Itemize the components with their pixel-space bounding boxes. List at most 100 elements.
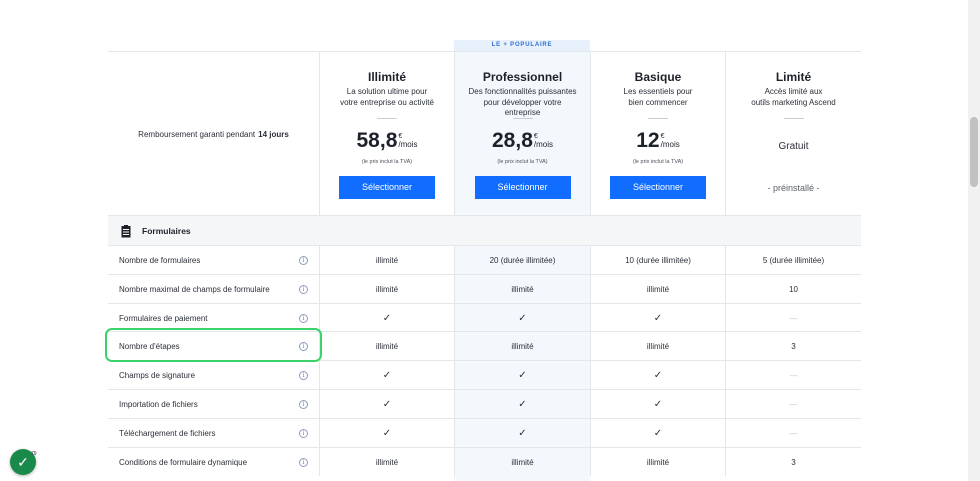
check-icon: ✓ (454, 303, 590, 332)
plan-price: 28,8 €/mois (455, 130, 590, 152)
highlight-outline (105, 328, 322, 362)
check-icon: ✓ (454, 390, 590, 418)
info-icon[interactable]: i (299, 428, 308, 438)
feature-value: illimité (454, 332, 590, 361)
plan-free-label: Gratuit (778, 141, 809, 152)
select-unlimited-button[interactable]: Sélectionner (339, 176, 435, 199)
divider (377, 118, 397, 119)
feature-value: 10 (durée illimitée) (590, 246, 725, 274)
vat-note: (le prix inclut la TVA) (361, 159, 413, 165)
feature-value: 10 (725, 274, 861, 303)
price-value: 12 (636, 129, 660, 152)
feature-value: illimité (319, 332, 454, 361)
plan-name: Professionnel (482, 70, 563, 84)
table-row: Téléchargement de fichiers i ✓ ✓ ✓ — (108, 417, 861, 447)
plan-description-line: Accès limité aux (764, 87, 823, 96)
feature-value: illimité (454, 274, 590, 303)
feature-value: illimité (319, 274, 454, 303)
plans-header: Remboursement garanti pendant 14 jours I… (108, 51, 861, 216)
info-icon[interactable]: i (299, 313, 308, 323)
plan-description-line: outils marketing Ascend (751, 97, 836, 107)
check-icon: ✓ (319, 418, 454, 447)
info-icon[interactable]: i (299, 284, 308, 294)
divider (648, 118, 668, 119)
info-icon[interactable]: i (299, 256, 308, 265)
price-period: /mois (533, 140, 553, 149)
table-row: Importation de fichiers i ✓ ✓ ✓ — (108, 389, 861, 418)
dash-icon: — (725, 303, 861, 332)
dash-icon: — (725, 361, 861, 390)
guarantee-text: Remboursement garanti pendant 14 jours (108, 52, 319, 216)
price-value: 58,8 (356, 129, 398, 152)
plan-description-line: La solution ultime pour (346, 87, 428, 96)
plan-professional: Professionnel Des fonctionnalités puissa… (454, 52, 590, 216)
vat-note: (le prix inclut la TVA) (632, 159, 684, 165)
plan-description-line: bien commencer (628, 97, 688, 107)
select-professional-button[interactable]: Sélectionner (474, 176, 571, 199)
check-icon: ✓ (319, 361, 454, 390)
section-title: Formulaires (142, 226, 191, 236)
guarantee-days: 14 jours (258, 129, 289, 139)
vat-note: (le prix inclut la TVA) (497, 159, 548, 165)
feature-value: illimité (590, 274, 725, 303)
feature-value: illimité (319, 246, 454, 274)
price-value: 28,8 (492, 129, 533, 152)
plan-name: Basique (634, 70, 682, 84)
dash-icon: — (725, 418, 861, 447)
plan-description-line: votre entreprise ou activité (340, 97, 434, 107)
guarantee-label: Remboursement garanti pendant (138, 129, 256, 139)
plan-price: 12 €/mois (591, 130, 725, 152)
info-icon[interactable]: i (299, 371, 308, 381)
feature-label: Nombre de formulaires (119, 256, 201, 265)
plan-unlimited: Illimité La solution ultime pour votre en… (319, 52, 454, 216)
plan-description: La solution ultime pour votre entreprise … (330, 87, 444, 108)
price-period: /mois (660, 140, 680, 149)
table-row: Nombre maximal de champs de formulaire i i… (108, 273, 861, 303)
check-icon: ✓ (590, 303, 725, 332)
feature-value: illimité (590, 332, 725, 361)
check-icon: ✓ (590, 361, 725, 390)
scrollbar[interactable] (968, 0, 980, 481)
divider (783, 118, 804, 119)
info-icon[interactable]: i (299, 400, 308, 409)
feature-value: 5 (durée illimitée) (725, 246, 861, 274)
divider (512, 118, 533, 119)
check-icon: ✓ (319, 390, 454, 418)
popular-badge: LE + POPULAIRE (454, 40, 590, 51)
plan-limited: Limité Accès limité aux outils marketing … (725, 52, 861, 216)
plan-description: Accès limité aux outils marketing Ascend (736, 87, 851, 108)
section-forms: Formulaires (108, 215, 861, 245)
plan-name: Illimité (367, 70, 406, 84)
feature-label: Champs de signature (119, 371, 196, 381)
check-icon: ✓ (454, 361, 590, 390)
feature-value: illimité (454, 447, 590, 476)
info-icon[interactable]: i (299, 457, 308, 467)
preinstalled-label: - préinstallé - (767, 183, 820, 193)
table-row: Conditions de formulaire dynamique i illim… (108, 446, 861, 476)
plan-description: Des fonctionnalités puissantes pour dével… (465, 87, 580, 119)
feature-label: Conditions de formulaire dynamique (119, 457, 248, 467)
feature-value: 20 (durée illimitée) (454, 246, 590, 274)
plan-description-line: Les essentiels pour (623, 87, 693, 96)
check-icon: ✓ (319, 303, 454, 332)
table-row: Champs de signature i ✓ ✓ ✓ — (108, 360, 861, 390)
plan-description: Les essentiels pour bien commencer (601, 87, 715, 108)
plan-basic: Basique Les essentiels pour bien commence… (590, 52, 725, 216)
select-basic-button[interactable]: Sélectionner (610, 176, 706, 199)
feature-label: Nombre maximal de champs de formulaire (119, 284, 270, 294)
badge-count: 79 (31, 451, 37, 457)
feature-value: 3 (725, 447, 861, 476)
check-icon: ✓ (590, 418, 725, 447)
price-period: /mois (398, 140, 418, 149)
check-icon: ✓ (17, 454, 29, 470)
feature-value: illimité (319, 447, 454, 476)
plan-description-line: Des fonctionnalités puissantes (468, 87, 577, 96)
dash-icon: — (725, 390, 861, 418)
feature-value: 3 (725, 332, 861, 361)
form-list-icon (121, 225, 131, 238)
table-row: Nombre de formulaires i illimité 20 (durée … (108, 245, 861, 274)
scrollbar-thumb[interactable] (970, 117, 978, 187)
plan-description-line: pour développer votre entreprise (483, 97, 562, 118)
check-icon: ✓ (590, 390, 725, 418)
feature-label: Formulaires de paiement (119, 313, 208, 323)
